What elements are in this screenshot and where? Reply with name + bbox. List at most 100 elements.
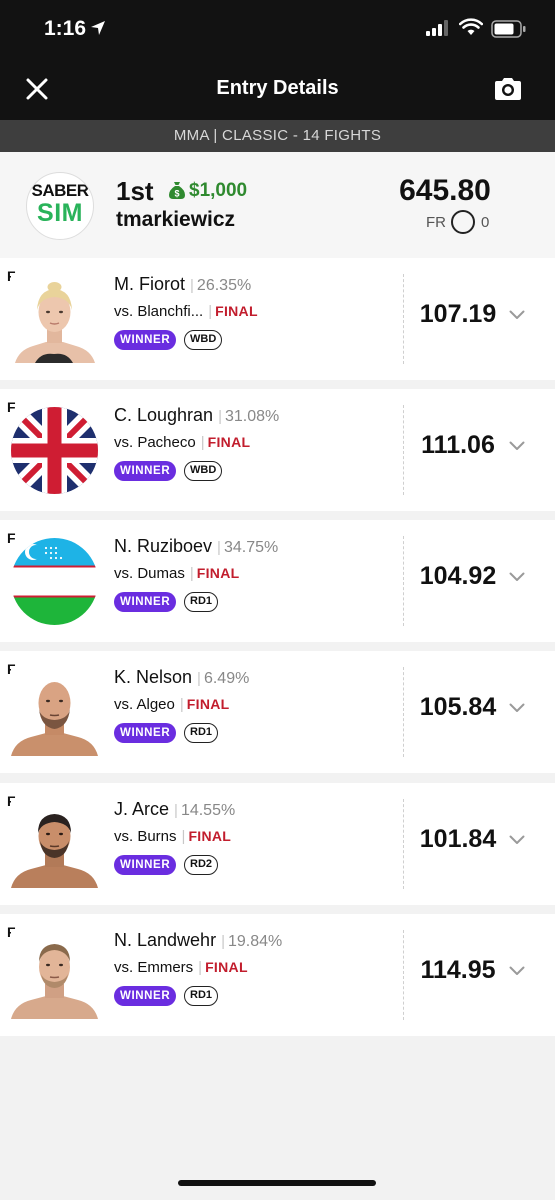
fighter-name: M. Fiorot [114,274,186,294]
fight-status: FINAL [186,696,230,712]
uzbekistan-flag-image [11,538,98,625]
fight-status: FINAL [188,828,232,844]
fight-status: FINAL [205,959,248,975]
ownership-pct: 26.35% [196,277,252,294]
matchup-line: vs. Emmers | FINAL [114,959,248,976]
logo-text-bottom: SIM [37,199,83,227]
separator: | [190,277,194,294]
fight-status: FINAL [215,303,258,319]
username: tmarkiewicz [116,208,236,231]
matchup-line: vs. Algeo | FINAL [114,696,230,713]
fighter-line: C. Loughran | 31.08% [114,405,279,426]
avatar: SABER SIM [26,172,94,240]
uk-flag-image [11,407,98,494]
fighter-card[interactable]: F C. Loughran | 31.08% vs. Pacheco | FINAL W… [0,389,555,511]
separator: | [200,434,205,451]
matchup-line: vs. Burns | FINAL [114,828,231,845]
fr-value: 0 [481,214,490,231]
status-time: 1:16 [44,17,87,40]
separator: | [174,802,178,819]
method-badge: WBD [184,461,223,481]
fr-circle-icon [451,210,475,234]
winner-badge: WINNER [114,855,177,875]
fighter-card[interactable]: F M. Fiorot|26.35% vs. Blanchfi...|FINAL… [0,258,555,380]
fighter-card[interactable]: F J. Arce|14.55% vs. Burns|FINAL WINNER … [0,783,555,905]
method-badge: RD1 [184,723,219,743]
winner-badge: WINNER [114,592,177,612]
fighter-score: 107.19 [419,300,497,328]
opponent: vs. Burns [114,828,177,845]
separator: | [197,670,201,687]
separator: | [221,933,225,950]
winner-badge: WINNER [114,723,177,743]
chevron-down-icon[interactable] [509,572,525,582]
ownership-pct: 6.49% [203,670,250,687]
fight-status: FINAL [196,565,240,581]
fighter-score: 114.95 [420,956,496,984]
matchup-line: vs. Blanchfi... | FINAL [114,303,258,320]
winner-badge: WINNER [114,461,177,481]
fighter-photo [11,932,98,1019]
fighter-photo [11,669,98,756]
fighter-name: C. Loughran [114,405,214,425]
separator: | [208,303,213,320]
method-badge: WBD [184,330,223,350]
winner-badge: WINNER [114,986,177,1006]
fighter-name: K. Nelson [114,667,193,687]
ownership-pct: 14.55% [180,802,236,819]
separator: | [181,828,186,845]
fighter-name: J. Arce [114,799,170,819]
chevron-down-icon[interactable] [509,703,525,713]
separator: | [217,539,221,556]
nav-bar: Entry Details [0,62,555,120]
opponent: vs. Pacheco [114,434,196,451]
home-indicator[interactable] [178,1180,376,1186]
entry-rank: 1st [116,176,154,206]
fighter-score: 104.92 [419,562,497,590]
method-badge: RD1 [184,592,219,612]
chevron-down-icon[interactable] [509,441,525,451]
fighter-card[interactable]: F N. Landwehr|19.84% vs. Emmers|FINAL WI… [0,914,555,1036]
fighter-score: 101.84 [419,825,497,853]
separator: | [189,565,194,582]
cellular-signal-icon [426,20,448,36]
fighter-line: J. Arce | 14.55% [114,799,235,820]
money-bag-icon: $ [169,182,185,199]
status-bar: 1:16 [0,0,555,62]
battery-icon [491,20,526,38]
svg-text:$: $ [174,189,179,199]
fighter-line: N. Landwehr | 19.84% [114,930,282,951]
chevron-down-icon[interactable] [509,835,525,845]
contest-subtitle: MMA | CLASSIC - 14 FIGHTS [0,120,555,152]
opponent: vs. Blanchfi... [114,303,204,320]
separator: | [198,959,203,976]
wifi-icon [459,18,483,35]
page-title: Entry Details [216,77,339,99]
location-arrow-icon [91,21,105,35]
fr-label: FR [426,214,446,231]
opponent: vs. Algeo [114,696,175,713]
ownership-pct: 34.75% [223,539,279,556]
chevron-down-icon[interactable] [509,310,525,320]
separator: | [218,408,222,425]
entry-summary: SABER SIM 1st $ $1,000 tmarkiewicz 645.8… [0,152,555,258]
fighter-line: K. Nelson | 6.49% [114,667,249,688]
fighter-photo [11,801,98,888]
matchup-line: vs. Dumas | FINAL [114,565,239,582]
chevron-down-icon[interactable] [509,966,525,976]
fighter-card[interactable]: F K. Nelson|6.49% vs. Algeo|FINAL WINNER… [0,651,555,773]
prize-amount: $1,000 [189,180,248,201]
opponent: vs. Emmers [114,959,194,976]
fighter-name: N. Ruziboev [114,536,213,556]
fighter-score: 111.06 [421,431,495,459]
camera-icon[interactable] [492,73,524,105]
method-badge: RD1 [184,986,219,1006]
matchup-line: vs. Pacheco | FINAL [114,434,250,451]
fighter-card[interactable]: F N. Ruziboev | 34.75% vs. Dumas | FINAL… [0,520,555,642]
fighter-line: M. Fiorot | 26.35% [114,274,251,295]
fighter-photo [11,276,98,363]
method-badge: RD2 [184,855,219,875]
ownership-pct: 31.08% [224,408,280,425]
fighter-name: N. Landwehr [114,930,217,950]
winner-badge: WINNER [114,330,177,350]
